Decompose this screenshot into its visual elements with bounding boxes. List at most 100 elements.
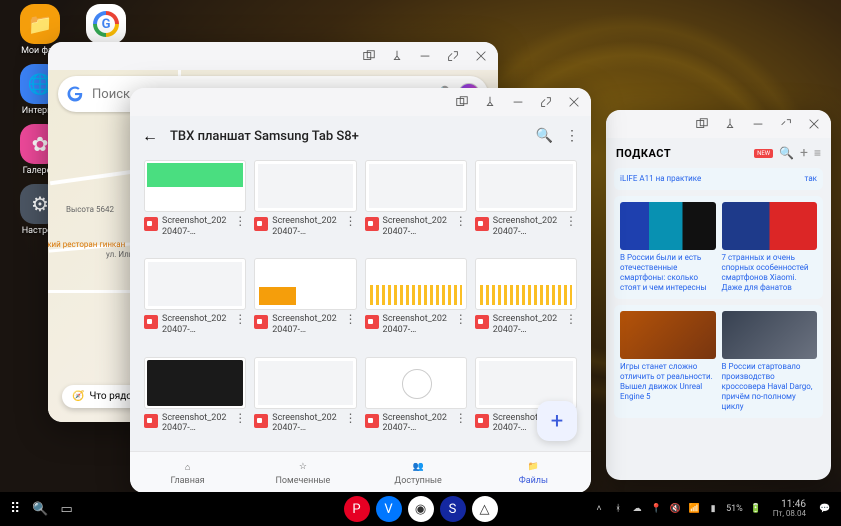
file-name: Screenshot_20220407-… xyxy=(162,216,230,238)
more-icon[interactable]: ⋮ xyxy=(345,314,357,324)
multiwindow-icon[interactable] xyxy=(695,117,709,131)
tab-starred[interactable]: ☆Помеченные xyxy=(245,452,360,493)
compass-icon: 🧭 xyxy=(72,391,84,402)
news-article[interactable]: 7 странных и очень спорных особенностей … xyxy=(722,202,818,293)
more-icon[interactable]: ⋮ xyxy=(234,314,246,324)
recents-icon[interactable]: ▭ xyxy=(60,502,72,517)
file-item[interactable]: Screenshot_20220407-… ⋮ xyxy=(254,357,356,447)
news-article[interactable]: В России стартовало производство кроссов… xyxy=(722,311,818,412)
multiwindow-icon[interactable] xyxy=(455,95,469,109)
search-icon[interactable]: 🔍 xyxy=(779,146,794,160)
file-item[interactable]: Screenshot_20220407-… ⋮ xyxy=(365,357,467,447)
image-type-icon xyxy=(144,217,158,231)
file-item[interactable]: Screenshot_20220407-… ⋮ xyxy=(365,160,467,250)
location-icon[interactable]: 📍 xyxy=(650,503,662,515)
file-name: Screenshot_20220407-… xyxy=(272,216,340,238)
news-article[interactable]: В России были и есть отечественные смарт… xyxy=(620,202,716,293)
wifi-icon[interactable]: 📶 xyxy=(688,503,700,515)
news-scroll[interactable]: iLIFE A11 на практике так В России были … xyxy=(606,168,831,480)
files-grid[interactable]: Screenshot_20220407-… ⋮ Screenshot_20220… xyxy=(130,156,591,451)
search-icon[interactable]: 🔍 xyxy=(32,502,48,517)
mute-icon[interactable]: 🔇 xyxy=(669,503,681,515)
file-thumbnail xyxy=(254,258,356,310)
maps-titlebar xyxy=(48,42,498,70)
image-type-icon xyxy=(144,315,158,329)
more-icon[interactable]: ⋮ xyxy=(345,216,357,226)
news-card-grid1: В России были и есть отечественные смарт… xyxy=(614,196,823,299)
minimize-icon[interactable] xyxy=(418,49,432,63)
more-icon[interactable]: ⋮ xyxy=(565,128,579,144)
chevron-up-icon[interactable]: ˄ xyxy=(593,503,605,515)
file-name: Screenshot_20220407-… xyxy=(272,314,340,336)
file-item[interactable]: Screenshot_20220407-… ⋮ xyxy=(254,160,356,250)
image-type-icon xyxy=(365,315,379,329)
file-name: Screenshot_20220407-… xyxy=(383,314,451,336)
signal-icon[interactable]: ▮ xyxy=(707,503,719,515)
google-g-icon xyxy=(66,85,84,103)
battery-icon[interactable]: 🔋 xyxy=(750,503,762,515)
news-article[interactable]: Игры станет сложно отличить от реальност… xyxy=(620,311,716,412)
more-icon[interactable]: ⋮ xyxy=(234,216,246,226)
tab-home[interactable]: ⌂Главная xyxy=(130,452,245,493)
bluetooth-icon[interactable]: ᚼ xyxy=(612,503,624,515)
news-window: ПОДКАСТ NEW 🔍 + ≡ iLIFE A11 на практике … xyxy=(606,110,831,480)
tab-files[interactable]: 📁Файлы xyxy=(476,452,591,493)
file-name: Screenshot_20220407-… xyxy=(162,314,230,336)
search-icon[interactable]: 🔍 xyxy=(536,128,553,144)
folder-icon: 📁 xyxy=(525,459,541,475)
file-item[interactable]: Screenshot_20220407-… ⋮ xyxy=(144,258,246,348)
news-header: ПОДКАСТ NEW 🔍 + ≡ xyxy=(606,138,831,168)
file-item[interactable]: Screenshot_20220407-… ⋮ xyxy=(144,357,246,447)
file-item[interactable]: Screenshot_20220407-… ⋮ xyxy=(475,258,577,348)
taskbar-app-chrome[interactable]: ◉ xyxy=(408,496,434,522)
pin-icon[interactable] xyxy=(483,95,497,109)
image-type-icon xyxy=(365,414,379,428)
more-icon[interactable]: ⋮ xyxy=(565,314,577,324)
notifications-icon[interactable]: 💬 xyxy=(819,503,831,515)
apps-grid-icon[interactable]: ⠿ xyxy=(10,501,20,517)
more-icon[interactable]: ⋮ xyxy=(455,216,467,226)
file-item[interactable]: Screenshot_20220407-… ⋮ xyxy=(365,258,467,348)
taskbar-app-pinterest[interactable]: P xyxy=(344,496,370,522)
clock[interactable]: 11:46 Пт, 08.04 xyxy=(773,499,806,519)
pin-icon[interactable] xyxy=(390,49,404,63)
add-fab[interactable]: + xyxy=(537,401,577,441)
files-bottom-tabs: ⌂Главная ☆Помеченные 👥Доступные 📁Файлы xyxy=(130,451,591,493)
image-type-icon xyxy=(254,414,268,428)
image-type-icon xyxy=(144,414,158,428)
more-icon[interactable]: ⋮ xyxy=(455,314,467,324)
map-poi[interactable]: ский ресторан гинкан xyxy=(48,240,125,249)
maximize-icon[interactable] xyxy=(779,117,793,131)
more-icon[interactable]: ⋮ xyxy=(565,216,577,226)
file-item[interactable]: Screenshot_20220407-… ⋮ xyxy=(475,160,577,250)
taskbar-app-vk[interactable]: V xyxy=(376,496,402,522)
taskbar-app-drive[interactable]: △ xyxy=(472,496,498,522)
back-icon[interactable]: ← xyxy=(142,126,158,146)
menu-icon[interactable]: ≡ xyxy=(814,146,821,160)
file-thumbnail xyxy=(365,357,467,409)
taskbar-app-samsung[interactable]: S xyxy=(440,496,466,522)
add-icon[interactable]: + xyxy=(800,145,808,161)
files-window: ← TBX планшат Samsung Tab S8+ 🔍 ⋮ Screen… xyxy=(130,88,591,493)
cloud-icon[interactable]: ☁ xyxy=(631,503,643,515)
maximize-icon[interactable] xyxy=(446,49,460,63)
file-thumbnail xyxy=(144,160,246,212)
maximize-icon[interactable] xyxy=(539,95,553,109)
news-card-top[interactable]: iLIFE A11 на практике так xyxy=(614,168,823,190)
more-icon[interactable]: ⋮ xyxy=(234,413,246,423)
file-item[interactable]: Screenshot_20220407-… ⋮ xyxy=(254,258,356,348)
news-titlebar xyxy=(606,110,831,138)
pin-icon[interactable] xyxy=(723,117,737,131)
close-icon[interactable] xyxy=(474,49,488,63)
tab-shared[interactable]: 👥Доступные xyxy=(361,452,476,493)
close-icon[interactable] xyxy=(807,117,821,131)
minimize-icon[interactable] xyxy=(751,117,765,131)
minimize-icon[interactable] xyxy=(511,95,525,109)
close-icon[interactable] xyxy=(567,95,581,109)
more-icon[interactable]: ⋮ xyxy=(345,413,357,423)
image-type-icon xyxy=(475,414,489,428)
more-icon[interactable]: ⋮ xyxy=(455,413,467,423)
multiwindow-icon[interactable] xyxy=(362,49,376,63)
file-thumbnail xyxy=(254,357,356,409)
file-item[interactable]: Screenshot_20220407-… ⋮ xyxy=(144,160,246,250)
